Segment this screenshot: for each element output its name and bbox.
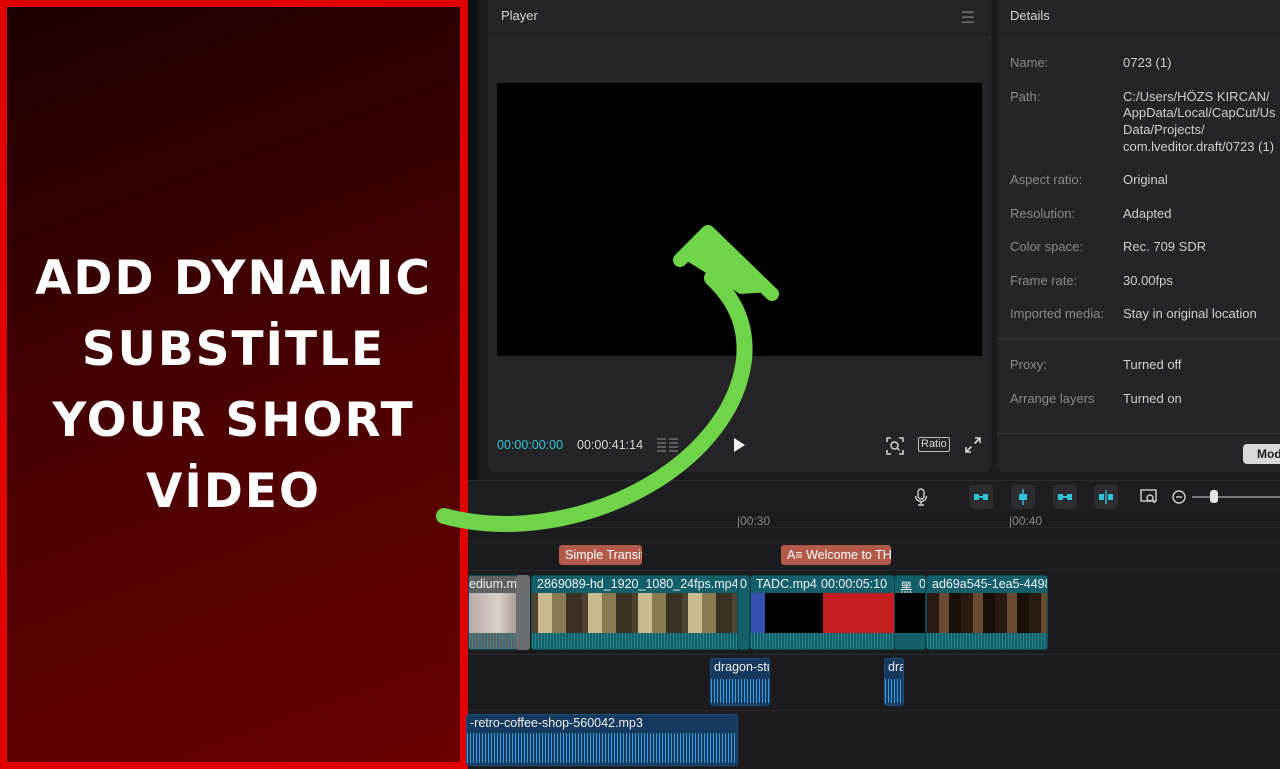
video-clip[interactable]: ad69a545-1ea5-4498 bbox=[926, 575, 1048, 650]
text-clip[interactable]: A≡ Welcome to TH bbox=[781, 545, 891, 565]
detail-label-path: Path: bbox=[1010, 89, 1041, 104]
player-header: Player ☰ bbox=[488, 0, 991, 35]
clip-thumbnail bbox=[751, 593, 894, 633]
divider bbox=[997, 433, 1280, 434]
video-clip[interactable]: 黑 0 bbox=[894, 575, 926, 650]
ratio-button[interactable]: Ratio bbox=[918, 437, 950, 452]
audio-clip[interactable]: dragon-stu bbox=[710, 658, 770, 706]
clip-waveform bbox=[885, 679, 903, 703]
zoom-out-icon[interactable] bbox=[1172, 490, 1186, 504]
clip-waveform bbox=[467, 733, 737, 763]
video-clip[interactable]: 2869089-hd_1920_1080_24fps.mp4 bbox=[531, 575, 749, 650]
audio-clip[interactable]: -retro-coffee-shop-560042.mp3 bbox=[466, 714, 738, 766]
details-panel: Details Name: 0723 (1) Path: C:/Users/HÖ… bbox=[997, 0, 1280, 472]
player-title: Player bbox=[501, 8, 538, 23]
banner-line: YOUR SHORT bbox=[52, 393, 415, 448]
detail-value-path-line: AppData/Local/CapCut/Us bbox=[1123, 105, 1276, 120]
clip-label: dragon-stu bbox=[714, 660, 770, 674]
detail-value-resolution: Adapted bbox=[1123, 206, 1172, 221]
divider bbox=[997, 338, 1280, 339]
detail-value-aspect-ratio: Original bbox=[1123, 172, 1168, 187]
banner-line: ADD DYNAMIC bbox=[35, 251, 432, 306]
clip-label: dra bbox=[888, 660, 903, 674]
detail-value-frame-rate: 30.00fps bbox=[1123, 273, 1173, 288]
track-divider bbox=[468, 710, 1280, 711]
link-button[interactable] bbox=[1053, 485, 1077, 509]
menu-icon[interactable]: ☰ bbox=[961, 8, 975, 28]
clip-label: ad69a545-1ea5-4498 bbox=[932, 577, 1048, 591]
clip-label: 0 bbox=[919, 577, 926, 591]
clip-label: TADC.mp4 bbox=[756, 577, 817, 591]
modify-button[interactable]: Mod bbox=[1243, 444, 1280, 464]
zoom-fit-icon[interactable] bbox=[885, 436, 905, 456]
track-divider bbox=[468, 654, 1280, 655]
audio-clip[interactable]: dra bbox=[884, 658, 904, 706]
clip-thumbnail bbox=[927, 593, 1047, 633]
preview-icon[interactable] bbox=[1140, 489, 1158, 505]
clip-waveform bbox=[927, 633, 1047, 649]
clip-label: edium.m bbox=[469, 577, 517, 591]
magnet-button[interactable] bbox=[1011, 485, 1035, 509]
detail-label-color-space: Color space: bbox=[1010, 239, 1083, 254]
curved-arrow bbox=[436, 225, 779, 532]
banner-headline: ADD DYNAMIC SUBSTİTLE YOUR SHORT VİDEO bbox=[7, 243, 460, 527]
detail-value-color-space: Rec. 709 SDR bbox=[1123, 239, 1207, 254]
detail-label-proxy: Proxy: bbox=[1010, 357, 1047, 372]
detail-value-proxy: Turned off bbox=[1123, 357, 1182, 372]
link-clips-button[interactable] bbox=[969, 485, 993, 509]
clip-trim-handle[interactable] bbox=[516, 575, 530, 650]
detail-label-arrange-layers: Arrange layers bbox=[1010, 391, 1095, 406]
ruler-tick: |00:40 bbox=[1009, 514, 1043, 528]
detail-label-frame-rate: Frame rate: bbox=[1010, 273, 1078, 288]
screen: ADD DYNAMIC SUBSTİTLE YOUR SHORT VİDEO P… bbox=[0, 0, 1280, 769]
banner-line: SUBSTİTLE bbox=[81, 322, 386, 377]
clip-thumbnail bbox=[895, 593, 925, 633]
detail-value-path-line: Data/Projects/ bbox=[1123, 122, 1205, 137]
clip-waveform bbox=[532, 633, 748, 649]
detail-value-imported-media: Stay in original location bbox=[1123, 306, 1257, 321]
promo-banner: ADD DYNAMIC SUBSTİTLE YOUR SHORT VİDEO bbox=[0, 0, 468, 769]
detail-label-aspect-ratio: Aspect ratio: bbox=[1010, 172, 1083, 187]
zoom-slider-handle[interactable] bbox=[1210, 490, 1218, 503]
fullscreen-icon[interactable] bbox=[964, 436, 982, 454]
banner-line: VİDEO bbox=[146, 464, 321, 519]
detail-label-resolution: Resolution: bbox=[1010, 206, 1076, 221]
detail-label-imported-media: Imported media: bbox=[1010, 306, 1104, 321]
clip-waveform bbox=[751, 633, 894, 649]
detail-value-path-line: com.lveditor.draft/0723 (1) bbox=[1123, 139, 1275, 154]
details-header: Details bbox=[997, 0, 1280, 35]
video-clip[interactable]: TADC.mp4 00:00:05:10 bbox=[750, 575, 895, 650]
split-button[interactable] bbox=[1094, 485, 1118, 509]
detail-value-arrange-layers: Turned on bbox=[1123, 391, 1182, 406]
detail-label-name: Name: bbox=[1010, 55, 1049, 70]
clip-label: 0 bbox=[740, 577, 747, 591]
track-divider bbox=[468, 570, 1280, 571]
detail-value-name: 0723 (1) bbox=[1123, 55, 1172, 70]
clip-duration: 00:00:05:10 bbox=[821, 577, 888, 591]
clip-waveform bbox=[711, 679, 769, 703]
clip-label: 2869089-hd_1920_1080_24fps.mp4 bbox=[537, 577, 739, 591]
clip-thumbnail bbox=[532, 593, 748, 633]
details-title: Details bbox=[1010, 8, 1050, 23]
video-clip[interactable]: 0 bbox=[737, 575, 750, 650]
clip-label: -retro-coffee-shop-560042.mp3 bbox=[470, 716, 643, 730]
microphone-icon[interactable] bbox=[914, 488, 928, 506]
zoom-slider-track[interactable] bbox=[1192, 496, 1280, 498]
detail-value-path-line: C:/Users/HÖZS KIRCAN/ bbox=[1123, 89, 1270, 104]
